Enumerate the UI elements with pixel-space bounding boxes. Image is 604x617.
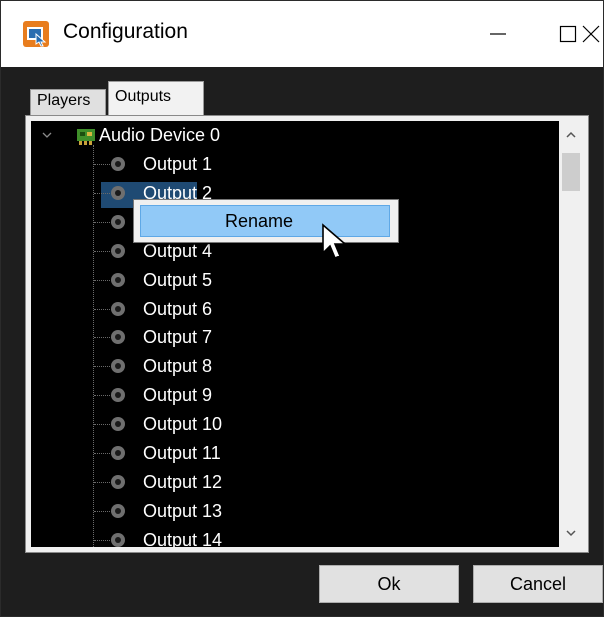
tree-item-output[interactable]: Output 10	[143, 410, 222, 438]
tree-scrollbar[interactable]	[559, 121, 583, 547]
context-menu-rename[interactable]: Rename	[140, 205, 390, 237]
audio-output-icon	[111, 301, 125, 316]
tree-connector	[94, 164, 112, 165]
tab-outputs[interactable]: Outputs	[108, 81, 204, 117]
audio-output-icon	[111, 359, 125, 374]
tree-connector	[94, 308, 112, 310]
scroll-down-button[interactable]	[559, 521, 583, 545]
tree-item-output[interactable]: Output 11	[143, 439, 221, 467]
tree-item-output[interactable]: Output 5	[143, 266, 212, 294]
tree-root-audio-device[interactable]: Audio Device 0	[99, 121, 220, 149]
output-tree[interactable]: Audio Device 0 Output 1Output 2Output 3O…	[31, 121, 561, 547]
close-icon	[582, 25, 600, 43]
audio-output-icon	[111, 474, 125, 489]
configuration-app-icon	[23, 21, 49, 47]
sound-card-icon	[77, 129, 95, 145]
audio-output-icon	[111, 272, 125, 287]
minimize-button[interactable]	[463, 1, 533, 67]
tab-outputs-label: Outputs	[115, 88, 172, 105]
tree-connector	[94, 366, 112, 368]
tab-players[interactable]: Players	[30, 89, 106, 117]
tree-connector	[94, 221, 112, 223]
ok-button[interactable]: Ok	[319, 565, 459, 603]
audio-output-icon	[111, 157, 125, 171]
audio-output-icon	[111, 330, 125, 345]
chevron-up-icon	[566, 131, 576, 138]
minimize-icon	[490, 33, 506, 35]
tree-item-output[interactable]: Output 9	[143, 381, 212, 409]
tree-item-output[interactable]: Output 13	[143, 497, 222, 525]
audio-output-icon	[111, 532, 125, 547]
tree-connector	[94, 424, 112, 426]
tree-item-output[interactable]: Output 6	[143, 295, 212, 323]
tree-item-output[interactable]: Output 1	[143, 150, 212, 178]
tree-connector	[94, 453, 112, 454]
window-title: Configuration	[63, 20, 188, 43]
tree-connector	[94, 510, 112, 512]
tree-connector	[94, 337, 112, 339]
scroll-thumb[interactable]	[562, 153, 580, 191]
chevron-down-icon[interactable]	[41, 129, 53, 141]
tree-connector	[94, 481, 112, 483]
tree-connector	[94, 279, 112, 281]
audio-output-icon	[111, 446, 125, 460]
cancel-button[interactable]: Cancel	[473, 565, 603, 603]
audio-output-icon	[111, 243, 125, 258]
close-button[interactable]	[579, 1, 603, 67]
audio-output-icon	[111, 503, 125, 518]
tree-item-output[interactable]: Output 8	[143, 352, 212, 380]
chevron-down-icon	[566, 530, 576, 537]
tree-item-output[interactable]: Output 14	[143, 526, 222, 547]
audio-output-icon	[111, 185, 125, 200]
tree-connector	[94, 250, 112, 252]
tree-connector	[94, 192, 112, 194]
context-menu: Rename	[133, 199, 399, 243]
tree-guide-line	[93, 145, 94, 547]
tree-connector	[94, 395, 112, 397]
audio-output-icon	[111, 214, 125, 229]
tree-item-output[interactable]: Output 12	[143, 468, 222, 496]
tab-players-label: Players	[37, 92, 91, 109]
tree-connector	[94, 539, 112, 541]
audio-output-icon	[111, 388, 125, 403]
title-bar[interactable]: Configuration	[1, 1, 603, 67]
mouse-pointer-icon	[322, 223, 347, 260]
configuration-window: Configuration Players Outputs Audio Devi…	[0, 0, 604, 617]
scroll-up-button[interactable]	[559, 123, 583, 147]
maximize-icon	[559, 25, 577, 43]
audio-output-icon	[111, 417, 125, 432]
tree-item-output[interactable]: Output 7	[143, 323, 212, 351]
